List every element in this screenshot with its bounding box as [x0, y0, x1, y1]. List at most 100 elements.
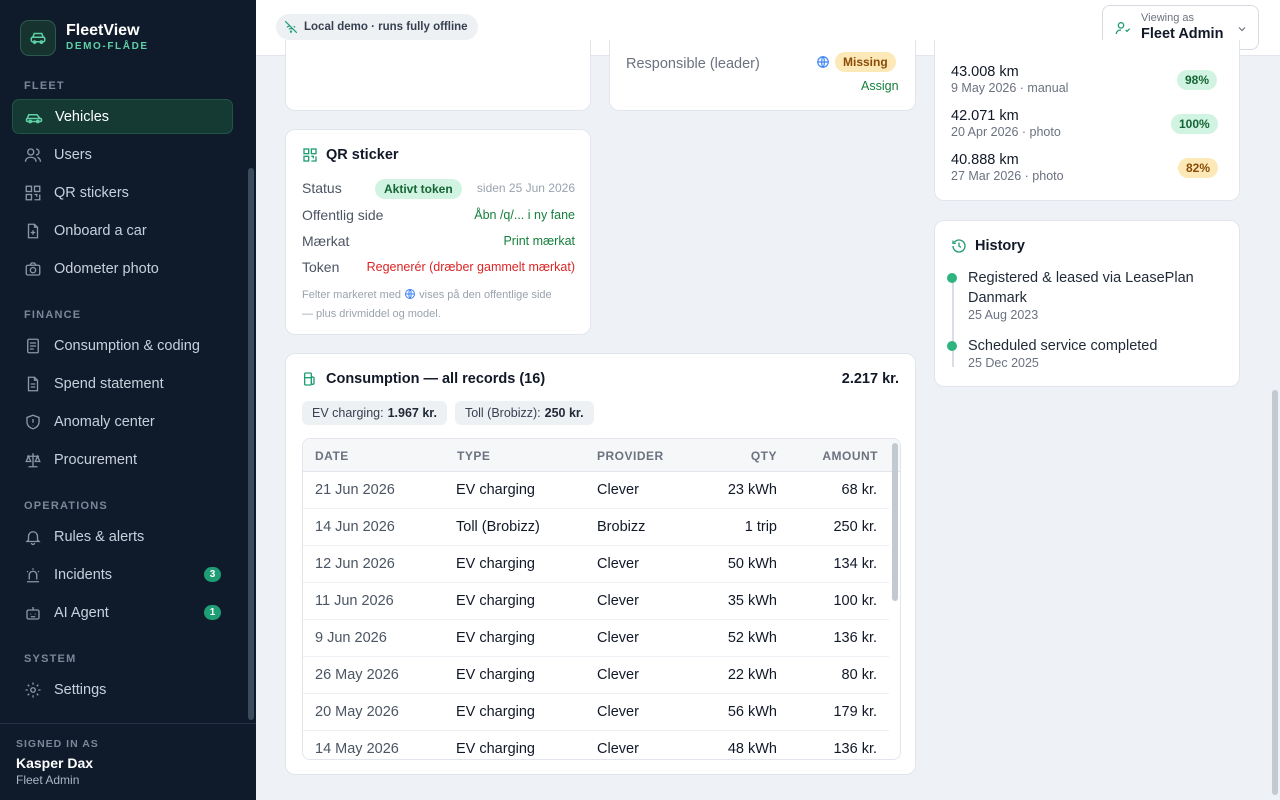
file-plus-icon: [24, 222, 42, 240]
table-row[interactable]: 14 Jun 2026 Toll (Brobizz) Brobizz 1 trip 25…: [303, 509, 889, 546]
qr-public-note: Felter markeret med vises på den offentl…: [302, 287, 578, 323]
sidebar-item-procurement[interactable]: Procurement: [12, 442, 233, 477]
qr-code-icon: [302, 147, 318, 163]
regenerate-token-link[interactable]: Regenerér (dræber gammelt mærkat): [367, 260, 575, 274]
table-scrollbar[interactable]: [892, 443, 898, 601]
cell-amount: 179 kr.: [833, 704, 877, 720]
sidebar-item-vehicles[interactable]: Vehicles: [12, 99, 233, 134]
reading-meta: 27 Mar 2026 · photo: [951, 169, 1064, 183]
table-row[interactable]: 20 May 2026 EV charging Clever 56 kWh 179 kr…: [303, 694, 889, 731]
table-row[interactable]: 26 May 2026 EV charging Clever 22 kWh 80 kr.: [303, 657, 889, 694]
cell-type: EV charging: [456, 630, 535, 646]
vehicle-card-partial: [285, 40, 591, 111]
camera-icon: [24, 260, 42, 278]
main-scrollbar[interactable]: [1272, 390, 1278, 795]
sidebar-scrollbar[interactable]: [248, 168, 254, 720]
cell-provider: Clever: [597, 593, 639, 609]
signed-in-user: SIGNED IN AS Kasper Dax Fleet Admin: [0, 723, 256, 800]
sidebar-item-label: Consumption & coding: [54, 337, 200, 354]
history-item: Scheduled service completed 25 Dec 2025: [968, 336, 1218, 370]
globe-icon: [816, 55, 830, 72]
table-row[interactable]: 11 Jun 2026 EV charging Clever 35 kWh 100 kr…: [303, 583, 889, 620]
cell-qty: 56 kWh: [727, 704, 777, 720]
sidebar-item-label: Rules & alerts: [54, 528, 145, 545]
chip-label: EV charging:: [312, 406, 384, 420]
siren-icon: [24, 566, 42, 584]
consumption-total: 2.217 kr.: [841, 371, 899, 387]
cell-date: 11 Jun 2026: [315, 593, 394, 609]
column-header-amount[interactable]: AMOUNT: [822, 449, 878, 463]
cell-amount: 80 kr.: [841, 667, 877, 683]
cell-date: 26 May 2026: [315, 667, 399, 683]
column-header-provider[interactable]: PROVIDER: [597, 449, 664, 463]
brand-name: FleetView: [66, 22, 140, 39]
history-timeline-line: [952, 277, 954, 367]
sidebar-item-qr-stickers[interactable]: QR stickers: [12, 175, 233, 210]
qr-public-label: Offentlig side: [302, 207, 384, 223]
consumption-card: Consumption — all records (16) 2.217 kr.…: [285, 353, 916, 775]
history-item: Registered & leased via LeasePlan Danmar…: [968, 268, 1218, 322]
sidebar-item-ai-agent[interactable]: AI Agent 1: [12, 595, 233, 630]
qr-sticker-card: QR sticker Status Aktivt token siden 25 …: [285, 129, 591, 335]
column-header-date[interactable]: DATE: [315, 449, 349, 463]
history-item-text: Registered & leased via LeasePlan Danmar…: [968, 270, 1194, 306]
sidebar-item-incidents[interactable]: Incidents 3: [12, 557, 233, 592]
open-public-page-link[interactable]: Åbn /q/... i ny fane: [474, 208, 575, 222]
fuel-pump-icon: [302, 371, 318, 387]
history-title: History: [975, 238, 1025, 254]
cell-type: EV charging: [456, 704, 535, 720]
column-header-type[interactable]: TYPE: [457, 449, 490, 463]
sidebar-item-rules[interactable]: Rules & alerts: [12, 519, 233, 554]
sidebar-item-label: Settings: [54, 681, 107, 698]
cell-provider: Clever: [597, 704, 639, 720]
history-item-date: 25 Dec 2025: [968, 356, 1039, 370]
print-sticker-link[interactable]: Print mærkat: [503, 234, 575, 248]
sidebar-item-odometer[interactable]: Odometer photo: [12, 251, 233, 286]
table-row[interactable]: 14 May 2026 EV charging Clever 48 kWh 136 kr…: [303, 731, 889, 759]
cell-provider: Clever: [597, 741, 639, 757]
consumption-title: Consumption — all records (16): [326, 371, 546, 387]
sidebar-item-label: Incidents: [54, 566, 113, 583]
cell-qty: 35 kWh: [727, 593, 777, 609]
qr-code-icon: [24, 184, 42, 202]
responsible-label: Responsible (leader): [626, 56, 760, 72]
cell-amount: 68 kr.: [841, 482, 877, 498]
receipt-icon: [24, 375, 42, 393]
sidebar-item-settings[interactable]: Settings: [12, 672, 233, 707]
cell-amount: 250 kr.: [833, 519, 877, 535]
table-row[interactable]: 21 Jun 2026 EV charging Clever 23 kWh 68 kr.: [303, 472, 889, 509]
sidebar-item-label: AI Agent: [54, 604, 109, 621]
qr-token-label: Token: [302, 259, 340, 275]
cell-amount: 136 kr.: [833, 630, 877, 646]
history-header: History: [951, 238, 1025, 254]
sidebar-item-users[interactable]: Users: [12, 137, 233, 172]
nav-section-system: SYSTEM: [24, 653, 77, 665]
column-header-qty[interactable]: QTY: [751, 449, 777, 463]
odometer-readings-card: 43.008 km 9 May 2026 · manual 98% 42.071…: [934, 40, 1240, 201]
assign-link[interactable]: Assign: [861, 79, 899, 93]
summary-chip: Toll (Brobizz): 250 kr.: [454, 401, 594, 425]
sidebar-item-spend[interactable]: Spend statement: [12, 366, 233, 401]
history-card: History Registered & leased via LeasePla…: [934, 220, 1240, 387]
cell-provider: Brobizz: [597, 519, 646, 535]
sidebar-item-label: Users: [54, 146, 92, 163]
reading-km: 43.008 km: [951, 64, 1019, 80]
bell-icon: [24, 528, 42, 546]
reading-meta: 20 Apr 2026 · photo: [951, 125, 1061, 139]
table-row[interactable]: 12 Jun 2026 EV charging Clever 50 kWh 134 kr…: [303, 546, 889, 583]
sidebar-item-consumption[interactable]: Consumption & coding: [12, 328, 233, 363]
shield-icon: [24, 413, 42, 431]
signed-in-label: SIGNED IN AS: [16, 738, 99, 750]
qr-card-title: QR sticker: [326, 147, 399, 163]
consumption-header: Consumption — all records (16): [302, 371, 545, 387]
gear-icon: [24, 681, 42, 699]
sidebar-item-label: Vehicles: [55, 108, 110, 125]
table-row[interactable]: 9 Jun 2026 EV charging Clever 52 kWh 136 kr.: [303, 620, 889, 657]
brand[interactable]: FleetView DEMO-FLÅDE: [20, 20, 149, 56]
chip-label: Toll (Brobizz):: [464, 406, 541, 420]
sidebar-item-onboard[interactable]: Onboard a car: [12, 213, 233, 248]
chip-value: 1.967 kr.: [387, 406, 437, 420]
scale-icon: [24, 451, 42, 469]
cell-qty: 23 kWh: [727, 482, 777, 498]
sidebar-item-anomaly[interactable]: Anomaly center: [12, 404, 233, 439]
